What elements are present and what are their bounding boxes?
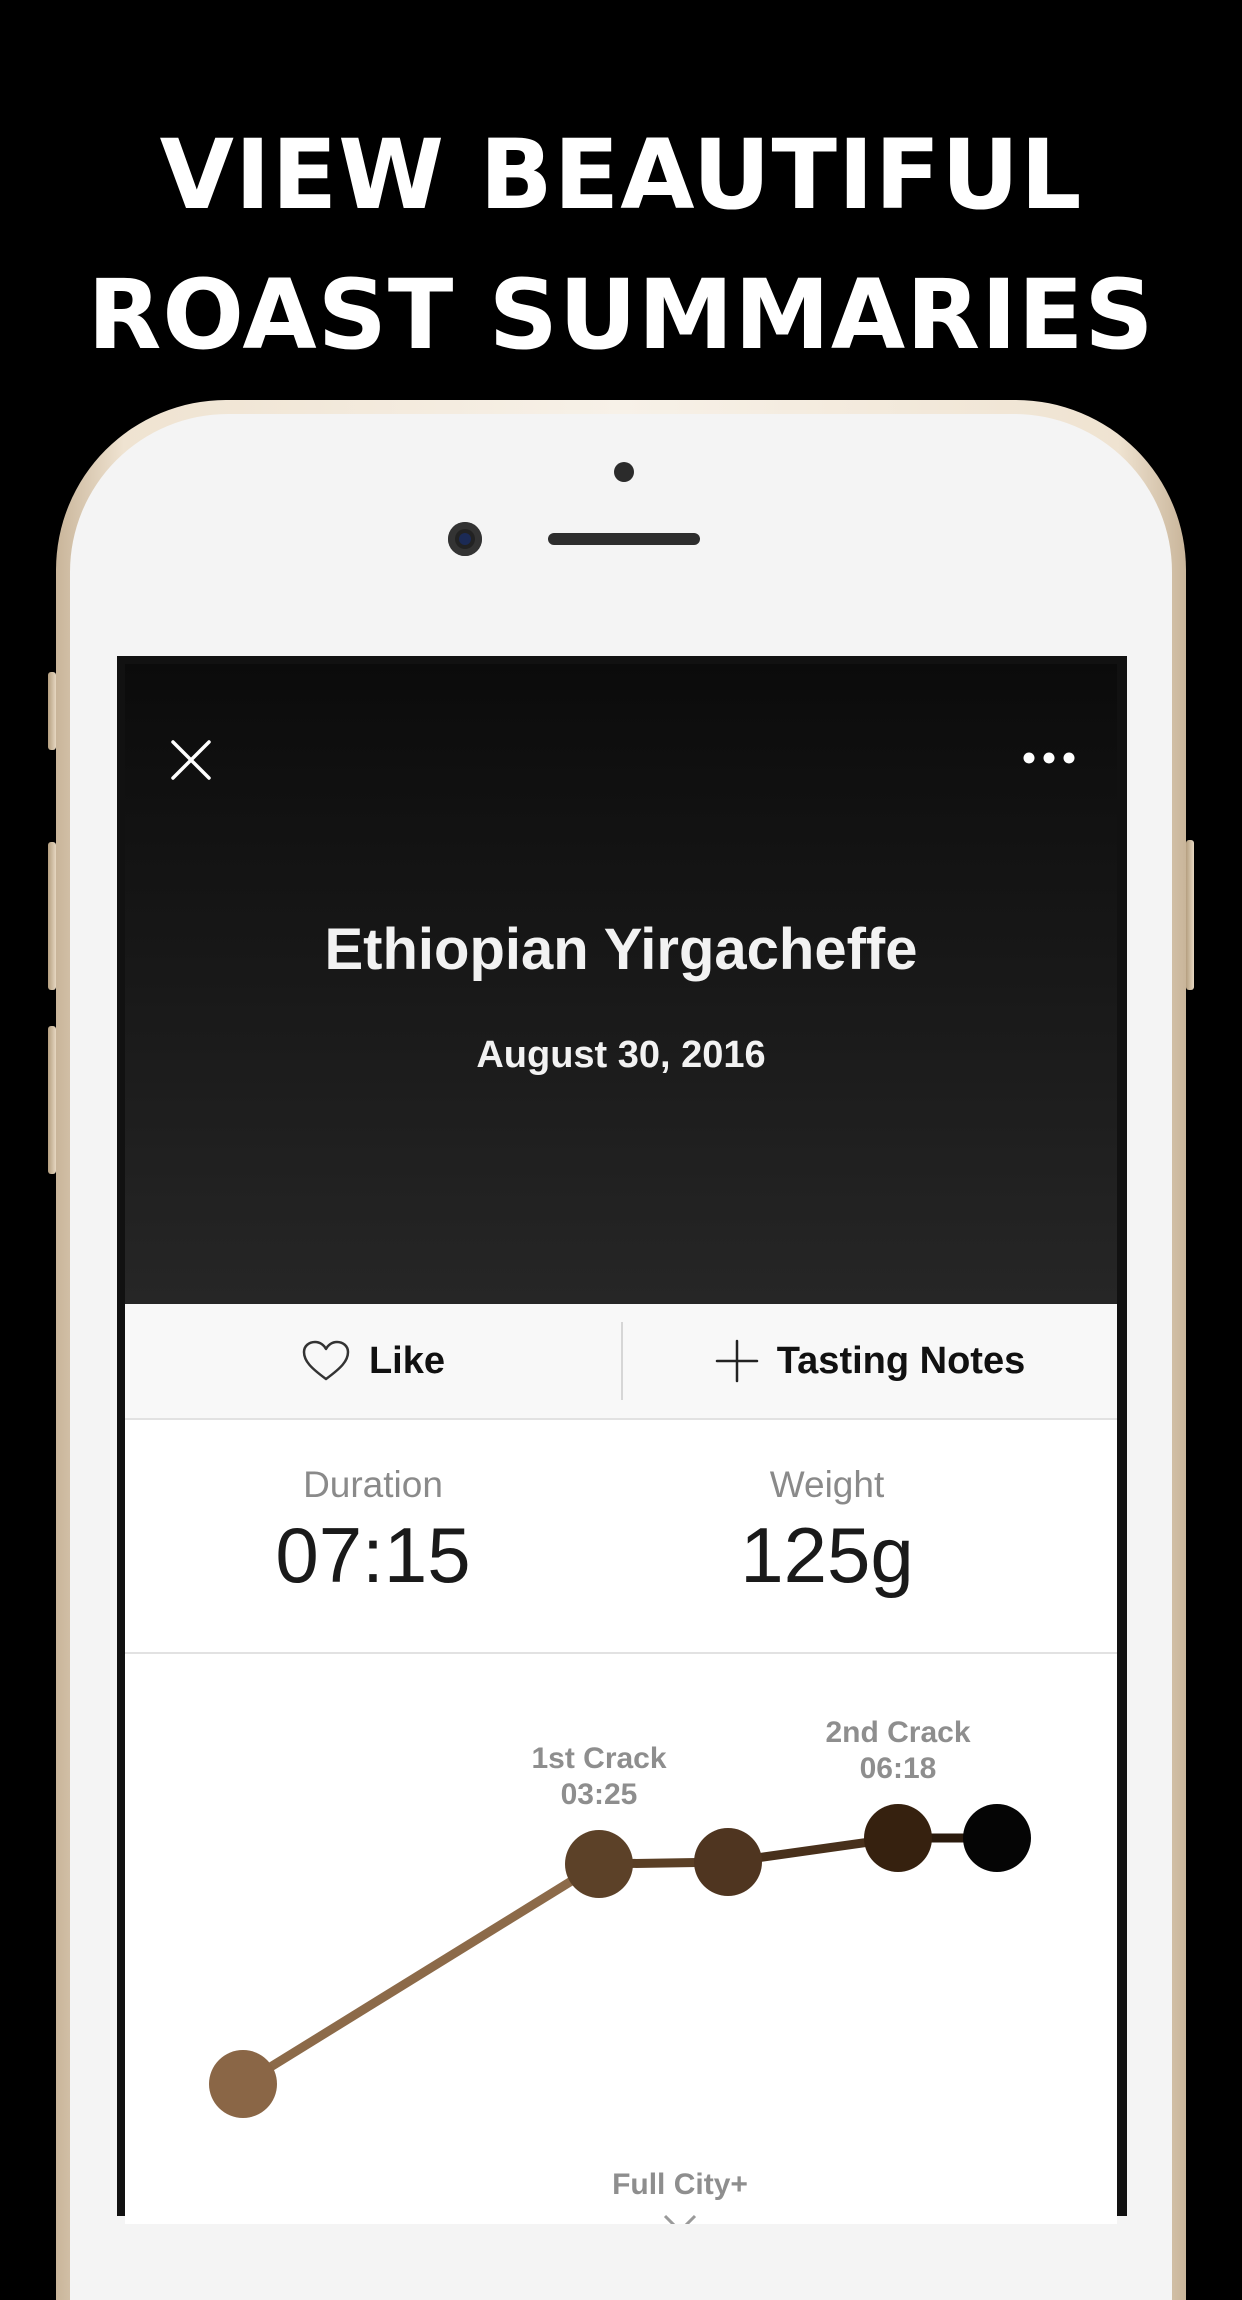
milestone-time: 03:25 xyxy=(561,1778,638,1811)
roast-header: Ethiopian Yirgacheffe August 30, 2016 xyxy=(125,664,1117,1304)
app-screen: Ethiopian Yirgacheffe August 30, 2016 Li… xyxy=(125,664,1117,2224)
roast-progress-chart: 1st Crack 03:25 2nd Crack 06:18 Full City+ xyxy=(125,1654,1117,2224)
roast-date: August 30, 2016 xyxy=(476,1034,766,1076)
power-button xyxy=(1186,840,1194,990)
weight-value: 125g xyxy=(740,1511,914,1599)
tasting-notes-button[interactable]: Tasting Notes xyxy=(623,1304,1117,1418)
duration-stat: Duration 07:15 xyxy=(125,1420,621,1601)
volume-down-button xyxy=(48,1026,56,1174)
roast-milestone-dot[interactable] xyxy=(209,2050,277,2118)
tasting-notes-label: Tasting Notes xyxy=(776,1339,1026,1382)
roast-milestone-dot[interactable] xyxy=(963,1804,1031,1872)
roast-milestone-dot[interactable] xyxy=(864,1804,932,1872)
roast-level-marker-icon xyxy=(663,2214,697,2224)
earpiece-speaker xyxy=(548,533,700,545)
promo-headline: VIEW BEAUTIFUL ROAST SUMMARIES xyxy=(0,105,1242,385)
plus-icon xyxy=(715,1339,759,1383)
milestone-time: 06:18 xyxy=(860,1752,937,1785)
roast-level-label: Full City+ xyxy=(612,2168,748,2201)
promo-headline-line-2: ROAST SUMMARIES xyxy=(87,259,1155,371)
roast-milestone-dot[interactable] xyxy=(694,1828,762,1896)
duration-label: Duration xyxy=(303,1464,443,1505)
milestone-label: 2nd Crack xyxy=(825,1716,970,1749)
bean-name: Ethiopian Yirgacheffe xyxy=(324,917,918,982)
heart-icon xyxy=(302,1340,350,1381)
roast-stats: Duration 07:15 Weight 125g xyxy=(125,1420,1117,1654)
roast-progress-svg: 1st Crack03:25 2nd Crack06:18 Full City+ xyxy=(209,1716,1031,2224)
progress-segment xyxy=(240,1860,602,2088)
more-icon xyxy=(1023,752,1075,764)
proximity-sensor xyxy=(614,462,634,482)
front-camera xyxy=(448,522,482,556)
promo-headline-line-1: VIEW BEAUTIFUL xyxy=(159,119,1083,231)
action-bar: Like Tasting Notes xyxy=(125,1304,1117,1420)
silent-switch xyxy=(48,672,56,750)
like-label: Like xyxy=(368,1339,446,1382)
weight-stat: Weight 125g xyxy=(579,1420,1075,1601)
volume-up-button xyxy=(48,842,56,990)
close-icon xyxy=(171,740,211,780)
more-button[interactable] xyxy=(1019,738,1079,778)
close-button[interactable] xyxy=(169,738,213,782)
roast-milestone-dot[interactable] xyxy=(565,1830,633,1898)
duration-value: 07:15 xyxy=(275,1511,471,1599)
weight-label: Weight xyxy=(769,1464,885,1505)
milestone-label: 1st Crack xyxy=(531,1742,666,1775)
like-button[interactable]: Like xyxy=(125,1304,621,1418)
